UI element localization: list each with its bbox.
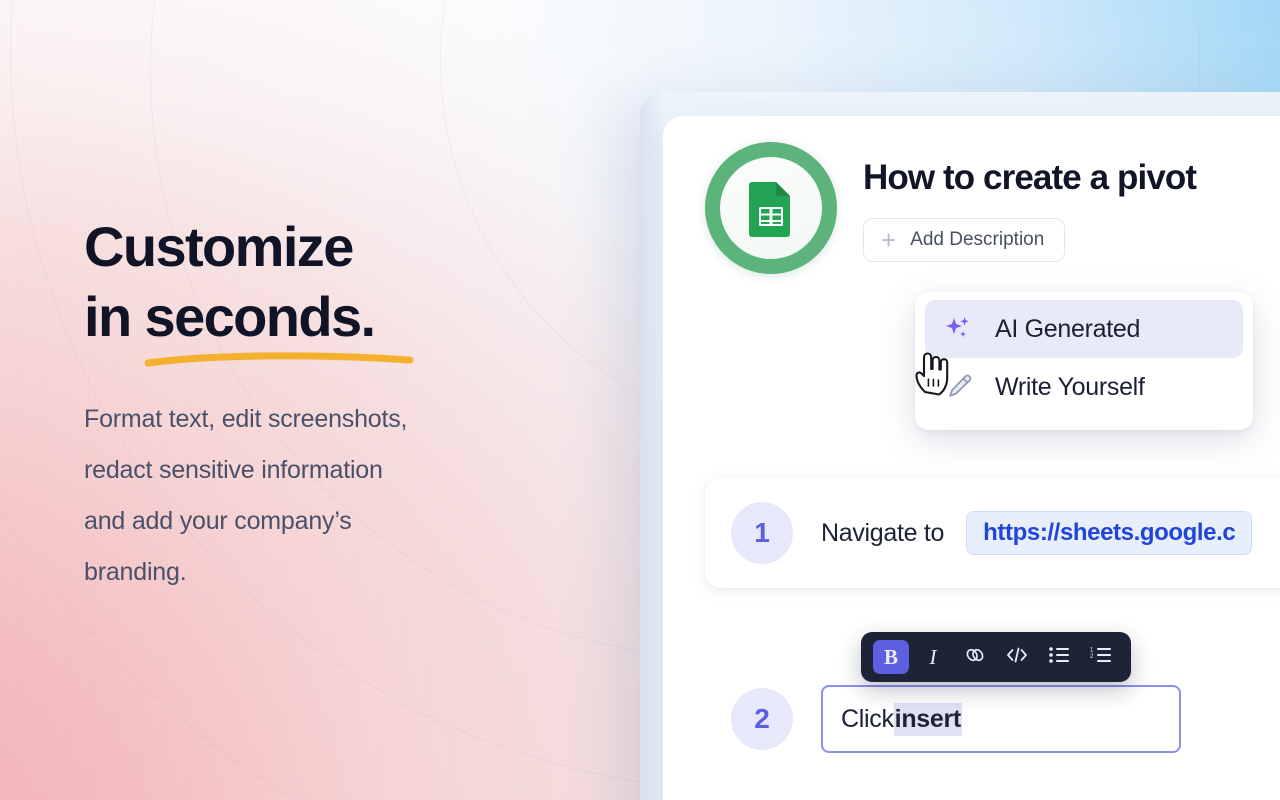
step-number-badge: 1 — [731, 502, 793, 564]
dropdown-item-label: Write Yourself — [995, 372, 1145, 401]
underline-stroke-icon — [144, 352, 414, 367]
headline-line-2: in seconds. — [84, 282, 414, 367]
link-button[interactable] — [957, 640, 993, 674]
code-icon — [1005, 645, 1029, 670]
pencil-icon — [943, 372, 973, 402]
step-content: Navigate to https://sheets.google.c — [821, 511, 1253, 555]
plus-icon: + — [881, 225, 897, 255]
google-sheets-icon — [705, 142, 837, 274]
dropdown-item-label: AI Generated — [995, 314, 1141, 343]
step-text: Navigate to — [821, 518, 945, 547]
formatting-toolbar: B I 1 2 — [861, 632, 1131, 682]
body-line-4: branding. — [84, 558, 187, 586]
app-window: How to create a pivot + Add Description … — [663, 116, 1280, 800]
italic-icon: I — [929, 644, 937, 669]
body-line-1: Format text, edit screenshots, — [84, 405, 408, 433]
italic-button[interactable]: I — [915, 640, 951, 674]
step-number-badge: 2 — [731, 688, 793, 750]
dropdown-item-ai-generated[interactable]: AI Generated — [925, 300, 1243, 358]
code-button[interactable] — [999, 640, 1035, 674]
step-text-editor[interactable]: Click insert — [821, 685, 1181, 753]
headline-line-1: Customize — [84, 215, 354, 278]
document-title: How to create a pivot — [863, 158, 1197, 197]
add-description-button[interactable]: + Add Description — [863, 218, 1066, 262]
bullet-list-icon — [1048, 646, 1070, 669]
svg-text:2: 2 — [1090, 654, 1094, 660]
marketing-copy: Customize in seconds. Format text, edit … — [84, 212, 624, 598]
page-title: Customize in seconds. — [84, 212, 624, 367]
step-text-plain: Click — [841, 704, 894, 733]
add-description-label: Add Description — [910, 229, 1045, 250]
numbered-list-icon: 1 2 — [1090, 646, 1112, 669]
bullet-list-button[interactable] — [1041, 640, 1077, 674]
headline-line-2-prefix: in — [84, 285, 145, 348]
step-text-selected: insert — [893, 702, 962, 736]
body-line-2: redact sensitive information — [84, 456, 383, 484]
spreadsheet-glyph-icon — [749, 182, 790, 237]
dropdown-item-write-yourself[interactable]: Write Yourself — [925, 358, 1243, 416]
headline-line-2-emphasis: seconds. — [144, 285, 377, 348]
step-content: Click insert — [821, 685, 1181, 753]
body-line-3: and add your company’s — [84, 507, 352, 535]
document-header-text: How to create a pivot + Add Description — [863, 142, 1197, 274]
sheets-icon-inner — [720, 157, 822, 259]
promo-screenshot: Customize in seconds. Format text, edit … — [0, 0, 1280, 800]
description-source-dropdown: AI Generated Write Yourself — [915, 292, 1253, 430]
marketing-body: Format text, edit screenshots, redact se… — [84, 394, 624, 598]
url-chip[interactable]: https://sheets.google.c — [966, 511, 1253, 555]
link-icon — [964, 644, 986, 671]
svg-text:1: 1 — [1090, 647, 1094, 653]
document-header: How to create a pivot + Add Description — [705, 142, 1197, 274]
bold-icon: B — [883, 644, 898, 669]
sparkles-icon — [943, 315, 973, 343]
step-row-1: 1 Navigate to https://sheets.google.c — [705, 478, 1280, 588]
numbered-list-button[interactable]: 1 2 — [1083, 640, 1119, 674]
bold-button[interactable]: B — [873, 640, 909, 674]
